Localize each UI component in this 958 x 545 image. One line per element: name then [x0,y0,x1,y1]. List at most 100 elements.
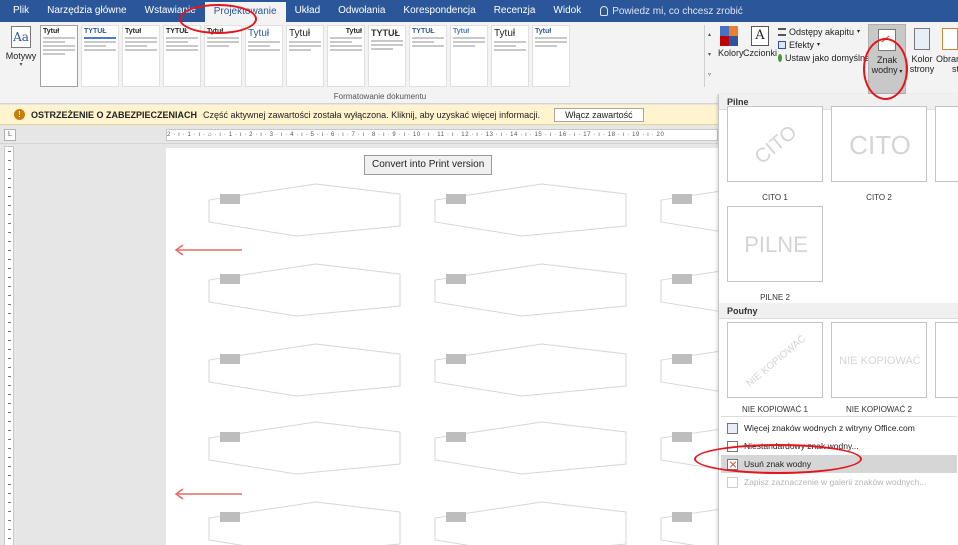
style-set-thumb[interactable]: Tytuł [450,25,488,87]
ruler-tick [8,448,11,449]
label-shape[interactable] [432,182,628,238]
tab-korespondencja[interactable]: Korespondencja [394,0,484,22]
ruler-tick [8,475,11,476]
style-set-thumb[interactable]: Tytuł [204,25,242,87]
security-warning-bar: ! OSTRZEŻENIE O ZABEZPIECZENIACH Część a… [0,105,718,125]
office-com-icon [727,422,738,434]
ruler-tick [8,493,11,494]
convert-print-button[interactable]: Convert into Print version [364,155,493,175]
watermark-thumb-partial[interactable] [935,322,958,398]
horizontal-ruler[interactable]: L 2 · ı · 1 · ı · ⌂ · ı · 1 · ı · 2 · ı … [0,126,718,144]
style-set-thumb[interactable]: Tytuł [532,25,570,87]
label-shape[interactable] [658,500,718,545]
watermark-thumb-cito-1[interactable]: CITO [727,106,823,182]
label-shape[interactable] [658,262,718,318]
label-shape[interactable] [206,500,402,545]
palette-icon [720,26,738,46]
label-placeholder [672,274,692,284]
tab-recenzja[interactable]: Recenzja [485,0,545,22]
label-shape[interactable] [658,182,718,238]
ruler-tick [8,358,11,359]
effects-icon [778,40,786,49]
watermark-thumb-partial[interactable] [935,106,958,182]
ruler-tick [8,403,11,404]
ruler-tick [8,205,11,206]
style-set-thumb[interactable]: TYTUŁ [368,25,406,87]
ruler-tick [8,511,11,512]
style-set-thumb[interactable]: Tytuł [286,25,324,87]
checkmark-icon [778,53,782,62]
warning-message[interactable]: Część aktywnej zawartości została wyłącz… [203,110,540,120]
chevron-down-icon: ▾ [19,62,23,68]
label-shape[interactable] [206,342,402,398]
ruler-tick [8,313,11,314]
ruler-tick [8,439,11,440]
enable-content-button[interactable]: Włącz zawartość [554,107,644,122]
ruler-tick [8,430,11,431]
label-shape[interactable] [432,262,628,318]
watermark-thumb-pilne-2[interactable]: PILNE [727,206,823,282]
ruler-tick [8,223,11,224]
lightbulb-icon [600,6,609,16]
label-shape[interactable] [432,500,628,545]
style-set-thumb[interactable]: TYTUŁ [81,25,119,87]
watermark-thumb-nie-kopiowac-2[interactable]: NIE KOPIOWAĆ [831,322,927,398]
ruler-tick [8,214,11,215]
ruler-tick [8,421,11,422]
label-shape[interactable] [206,182,402,238]
ruler-tick [8,277,11,278]
ruler-tick [8,367,11,368]
paragraph-spacing-button[interactable]: Odstępy akapitu ▾ [778,25,870,38]
style-set-thumb[interactable]: Tytuł [327,25,365,87]
section-label-formatowanie: Formatowanie dokumentu [333,92,427,101]
label-placeholder [446,194,466,204]
style-set-thumb[interactable]: TYTUŁ [409,25,447,87]
ruler-tick [8,187,11,188]
ruler-tick [8,385,11,386]
tab-plik[interactable]: Plik [4,0,38,22]
ruler-tick [8,295,11,296]
style-set-thumb[interactable]: Tytuł [491,25,529,87]
style-set-thumb[interactable]: Tytuł [40,25,78,87]
gallery-scroll[interactable]: ▴ ▾ ▿ [704,25,714,87]
label-shape[interactable] [206,262,402,318]
style-set-thumb[interactable]: TYTUŁ [163,25,201,87]
tab-odwolania[interactable]: Odwołania [329,0,394,22]
tell-me-box[interactable]: Powiedz mi, co chcesz zrobić [600,6,743,17]
style-set-thumb[interactable]: Tytuł [122,25,160,87]
vertical-ruler[interactable] [4,146,14,545]
ruler-tick [8,331,11,332]
set-default-button[interactable]: Ustaw jako domyślne [778,51,870,64]
tab-uklad[interactable]: Układ [286,0,330,22]
fonts-icon: A [751,26,769,46]
style-set-thumb[interactable]: Tytuł [245,25,283,87]
label-shape[interactable] [206,420,402,476]
themes-button[interactable]: Aa Motywy ▾ [4,24,38,92]
label-shape[interactable] [432,342,628,398]
label-placeholder [446,354,466,364]
label-shape[interactable] [432,420,628,476]
watermark-thumb-cito-2[interactable]: CITO [831,106,927,182]
style-sets-gallery: Tytuł TYTUŁ Tytuł TYTUŁ Tytuł Tytuł Tytu… [40,25,708,89]
label-placeholder [220,194,240,204]
watermark-thumb-nie-kopiowac-1[interactable]: NIE KOPIOWAĆ [727,322,823,398]
tab-narzedzia-glowne[interactable]: Narzędzia główne [38,0,136,22]
tab-widok[interactable]: Widok [544,0,590,22]
page-borders-icon [942,28,958,50]
fonts-button[interactable]: A Czcionki [742,26,778,58]
label-placeholder [220,354,240,364]
page-borders-button[interactable]: Obran st [936,24,958,74]
ruler-tick [8,349,11,350]
tab-selector[interactable]: L [4,129,16,141]
ruler-tick [8,241,11,242]
effects-button[interactable]: Efekty ▾ [778,38,870,51]
tell-me-text: Powiedz mi, co chcesz zrobić [612,5,743,17]
page-color-icon [914,28,930,50]
label-shape[interactable] [658,342,718,398]
more-watermarks-item[interactable]: Więcej znaków wodnych z witryny Office.c… [721,419,957,437]
themes-icon: Aa [11,26,31,48]
ruler-tick [8,250,11,251]
page-color-button[interactable]: Kolor strony [908,24,936,74]
chevron-down-icon: ▾ [857,29,861,35]
colors-button[interactable]: Kolory [718,26,744,66]
